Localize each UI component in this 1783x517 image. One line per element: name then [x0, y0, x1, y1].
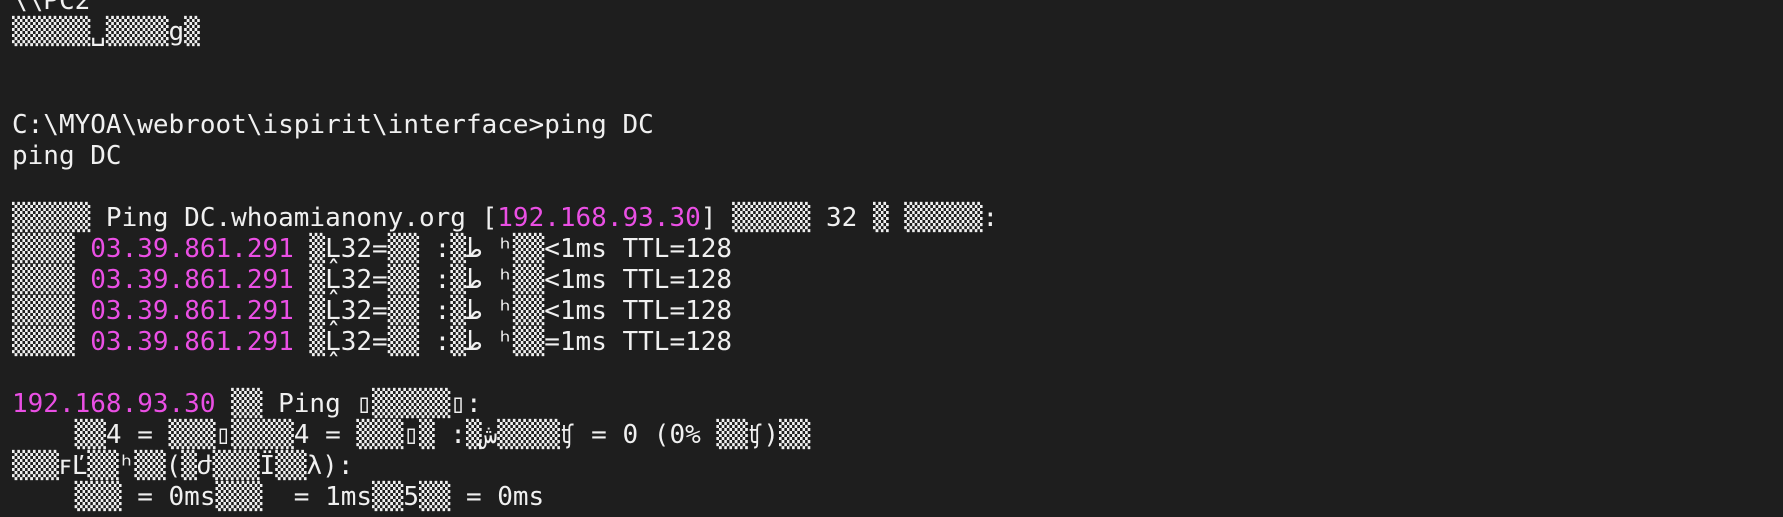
- terminal-text: ▒▒▒ = 0ms▒▒▒ = 1ms▒▒5▒▒ = 0ms: [12, 482, 545, 512]
- terminal-text: ▒▒ Ping ▯▒▒▒▒▒▯:: [215, 389, 482, 419]
- terminal-text: ▒▒▒▒: [12, 296, 91, 326]
- terminal-text: ▒▒▒▒: [12, 327, 91, 357]
- ip-address-text: 192.168.93.30: [497, 203, 701, 233]
- ip-address-text: 03.39.861.291: [90, 265, 294, 295]
- terminal-text: ▒▒▒ꜰĽ▒▒ʰ▒▒(▒ժ▒▒▒Ï▒▒λ):: [12, 451, 354, 481]
- terminal-text: ping DC: [12, 141, 122, 171]
- ip-address-text: 03.39.861.291: [90, 327, 294, 357]
- terminal-text: ▒▒ش▒: ▒▯▒▒▒ = 4▒▒▒▒▯▒▒▒ = 4▒▒▒▒ʧ = 0 (0%…: [12, 420, 811, 450]
- ip-address-text: 03.39.861.291: [90, 234, 294, 264]
- ip-address-text: 192.168.93.30: [12, 389, 216, 419]
- terminal-line: ▒▒▒▒ 03.39.861.291 ▒Ḽ32=▒▒ :▒ط ʰ▒▒<1ms T…: [12, 234, 998, 265]
- terminal-text: ▒▒▒▒▒ Ping DC.whoamianony.org [: [12, 203, 498, 233]
- terminal-line: ▒▒▒ = 0ms▒▒▒ = 1ms▒▒5▒▒ = 0ms: [12, 482, 998, 513]
- terminal-output: \\PC2 ▒▒▒▒▒␣▒▒▒▒g▒ C:\MYOA\webroot\ispirit…: [12, 0, 998, 513]
- terminal-text: C:\MYOA\webroot\ispirit\interface>ping D…: [12, 110, 654, 140]
- terminal-line: ▒▒▒▒▒␣▒▒▒▒g▒: [12, 17, 998, 48]
- terminal-text: ▒Ḽ32=▒▒ :▒ط ʰ▒▒<1ms TTL=128: [293, 296, 733, 326]
- terminal-line: \\PC2: [12, 0, 998, 17]
- terminal-window[interactable]: \\PC2 ▒▒▒▒▒␣▒▒▒▒g▒ C:\MYOA\webroot\ispirit…: [0, 0, 1783, 517]
- terminal-line: C:\MYOA\webroot\ispirit\interface>ping D…: [12, 110, 998, 141]
- terminal-text: ▒Ḽ32=▒▒ :▒ط ʰ▒▒<1ms TTL=128: [293, 265, 733, 295]
- terminal-text: \\PC2: [12, 0, 91, 16]
- terminal-text: ] ▒▒▒▒▒ 32 ▒ ▒▒▒▒▒:: [700, 203, 999, 233]
- terminal-line: ▒▒▒ꜰĽ▒▒ʰ▒▒(▒ժ▒▒▒Ï▒▒λ):: [12, 451, 998, 482]
- terminal-line: ▒▒▒▒ 03.39.861.291 ▒Ḽ32=▒▒ :▒ط ʰ▒▒<1ms T…: [12, 296, 998, 327]
- terminal-text: ▒▒▒▒: [12, 265, 91, 295]
- ip-address-text: 03.39.861.291: [90, 296, 294, 326]
- terminal-line: 192.168.93.30 ▒▒ Ping ▯▒▒▒▒▒▯:: [12, 389, 998, 420]
- terminal-line: ▒▒▒▒ 03.39.861.291 ▒Ḽ32=▒▒ :▒ط ʰ▒▒=1ms T…: [12, 327, 998, 358]
- terminal-text: ▒▒▒▒: [12, 234, 91, 264]
- terminal-line: ▒▒▒▒ 03.39.861.291 ▒Ḽ32=▒▒ :▒ط ʰ▒▒<1ms T…: [12, 265, 998, 296]
- terminal-text: ▒▒▒▒▒␣▒▒▒▒g▒: [12, 17, 200, 47]
- terminal-line: ping DC: [12, 141, 998, 172]
- terminal-line: ▒▒ش▒: ▒▯▒▒▒ = 4▒▒▒▒▯▒▒▒ = 4▒▒▒▒ʧ = 0 (0%…: [12, 420, 998, 451]
- terminal-line: ▒▒▒▒▒ Ping DC.whoamianony.org [192.168.9…: [12, 203, 998, 234]
- terminal-text: ▒Ḽ32=▒▒ :▒ط ʰ▒▒<1ms TTL=128: [293, 234, 733, 264]
- terminal-text: ▒Ḽ32=▒▒ :▒ط ʰ▒▒=1ms TTL=128: [293, 327, 733, 357]
